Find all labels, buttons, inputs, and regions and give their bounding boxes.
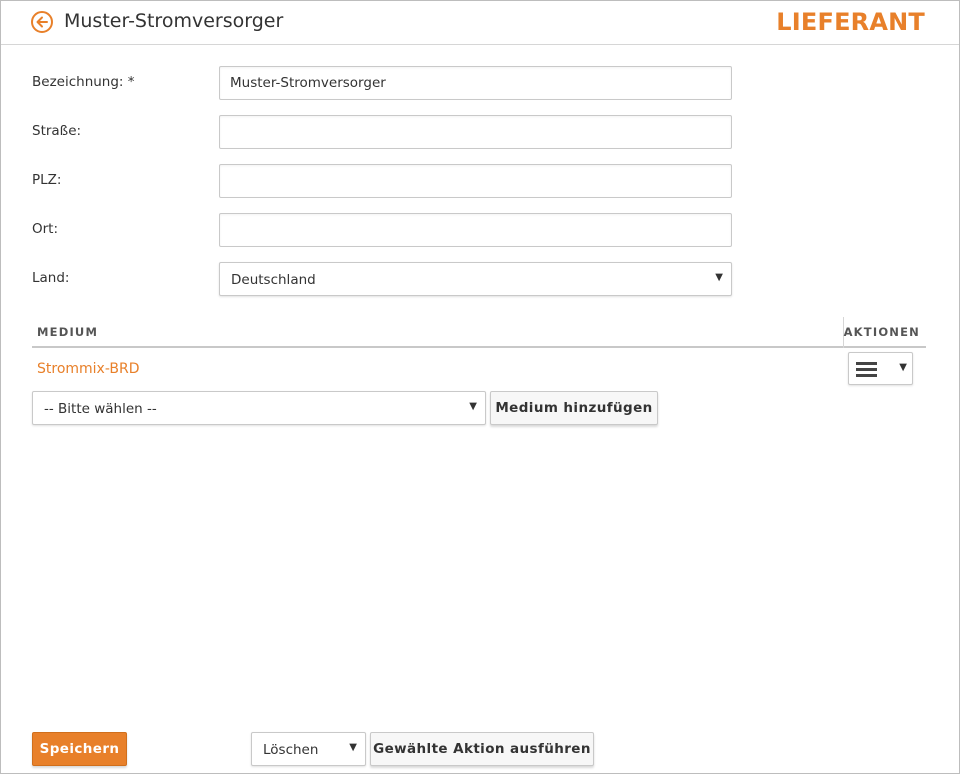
strasse-row: Straße: bbox=[32, 115, 732, 149]
back-icon[interactable] bbox=[31, 11, 53, 33]
bezeichnung-label: Bezeichnung: * bbox=[32, 74, 135, 90]
column-header-actions: AKTIONEN bbox=[843, 325, 920, 339]
strasse-input[interactable] bbox=[219, 115, 732, 149]
strasse-label: Straße: bbox=[32, 123, 82, 139]
hamburger-menu-icon bbox=[856, 362, 877, 377]
land-row: Land: Deutschland ▼ bbox=[32, 262, 732, 296]
chevron-down-icon: ▼ bbox=[715, 272, 723, 283]
section-label: LIEFERANT bbox=[776, 8, 925, 36]
ort-label: Ort: bbox=[32, 221, 59, 237]
media-table-header: MEDIUM AKTIONEN bbox=[32, 317, 926, 348]
ort-input[interactable] bbox=[219, 213, 732, 247]
plz-label: PLZ: bbox=[32, 172, 62, 188]
row-actions-menu-button[interactable]: ▼ bbox=[848, 352, 913, 385]
land-label: Land: bbox=[32, 270, 70, 286]
add-medium-button[interactable]: Medium hinzufügen bbox=[490, 391, 658, 425]
bulk-action-select-value: Löschen bbox=[263, 742, 319, 758]
bezeichnung-row: Bezeichnung: * bbox=[32, 66, 732, 100]
chevron-down-icon: ▼ bbox=[349, 742, 357, 753]
chevron-down-icon: ▼ bbox=[469, 401, 477, 412]
media-row-link[interactable]: Strommix-BRD bbox=[37, 361, 140, 377]
plz-input[interactable] bbox=[219, 164, 732, 198]
page-title: Muster-Stromversorger bbox=[64, 10, 284, 32]
medium-select-value: -- Bitte wählen -- bbox=[44, 401, 157, 417]
ort-row: Ort: bbox=[32, 213, 732, 247]
medium-select[interactable]: -- Bitte wählen -- ▼ bbox=[32, 391, 486, 425]
land-select-value: Deutschland bbox=[231, 272, 316, 288]
save-button[interactable]: Speichern bbox=[32, 732, 127, 766]
app-window: Muster-Stromversorger LIEFERANT Bezeichn… bbox=[0, 0, 960, 774]
chevron-down-icon: ▼ bbox=[899, 362, 907, 373]
bezeichnung-input[interactable] bbox=[219, 66, 732, 100]
plz-row: PLZ: bbox=[32, 164, 732, 198]
land-select[interactable]: Deutschland ▼ bbox=[219, 262, 732, 296]
run-action-button[interactable]: Gewählte Aktion ausführen bbox=[370, 732, 594, 766]
column-header-medium: MEDIUM bbox=[37, 325, 99, 339]
bulk-action-select[interactable]: Löschen ▼ bbox=[251, 732, 366, 766]
page-header: Muster-Stromversorger LIEFERANT bbox=[1, 1, 959, 45]
